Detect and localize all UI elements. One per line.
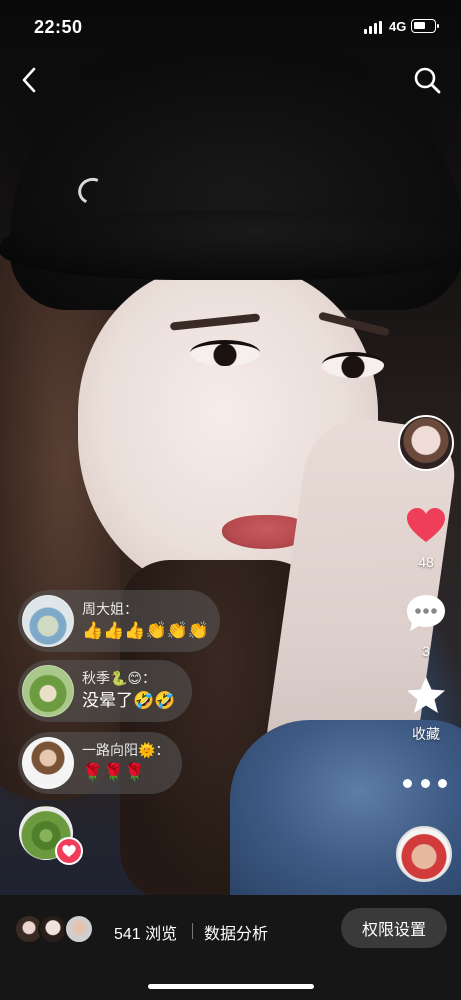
like-count: 48: [418, 554, 434, 570]
more-dot-icon: [420, 778, 430, 788]
left-eye: [190, 340, 260, 366]
music-disc-avatar[interactable]: [396, 826, 452, 882]
heart-icon: [407, 508, 445, 542]
commenter-avatar[interactable]: [22, 737, 74, 789]
commenter-name: 一路向阳🌞：: [82, 743, 170, 759]
commenter-avatar[interactable]: [22, 595, 74, 647]
commenter-name: 秋季🐍😊：: [82, 671, 157, 687]
commenter-name: 周大姐：: [82, 601, 138, 617]
more-dot-icon: [438, 778, 447, 788]
network-type: 4G: [389, 19, 407, 34]
battery-icon: [411, 19, 439, 33]
comment-count: 3: [422, 643, 430, 659]
favorite-button[interactable]: 收藏: [402, 675, 450, 744]
comment-text: 👍👍👍👏👏👏: [82, 621, 210, 641]
more-button[interactable]: [403, 775, 447, 791]
comment-text: 🌹🌹🌹: [82, 763, 146, 783]
status-time: 22:50: [34, 17, 83, 37]
chevron-left-icon: [22, 67, 36, 93]
back-button[interactable]: [14, 64, 46, 96]
viewer-avatar: [64, 914, 94, 944]
right-eye: [322, 352, 384, 378]
more-dot-icon: [403, 778, 412, 788]
bottom-bar: 541 浏览 数据分析 权限设置: [0, 895, 461, 1000]
permission-settings-button[interactable]: 权限设置: [341, 908, 447, 948]
comment-button[interactable]: 3: [402, 592, 450, 659]
comment-bubble[interactable]: 秋季🐍😊： 没晕了🤣🤣: [18, 660, 192, 722]
divider: [192, 923, 193, 939]
comment-text: 没晕了🤣🤣: [82, 691, 176, 711]
data-analysis-link[interactable]: 数据分析: [204, 920, 268, 944]
signal-icon: [364, 21, 384, 34]
view-count[interactable]: 541 浏览: [114, 920, 177, 944]
star-icon: [407, 677, 445, 713]
search-icon: [414, 67, 441, 94]
comment-bubble[interactable]: 周大姐： 👍👍👍👏👏👏: [18, 590, 220, 652]
like-badge: [55, 837, 83, 865]
hat-brim-shape: [0, 210, 461, 280]
status-bar: 22:50 4G: [0, 0, 461, 56]
comment-bubble[interactable]: 一路向阳🌞： 🌹🌹🌹: [18, 732, 182, 794]
heart-icon: [62, 845, 76, 857]
comment-bubble-icon: [407, 595, 445, 631]
author-avatar[interactable]: [398, 415, 454, 471]
search-button[interactable]: [411, 64, 443, 96]
commenter-avatar[interactable]: [22, 665, 74, 717]
like-button[interactable]: 48: [402, 505, 450, 570]
home-indicator[interactable]: [148, 984, 314, 989]
viewer-avatars[interactable]: [14, 914, 104, 946]
favorite-label: 收藏: [412, 726, 440, 742]
